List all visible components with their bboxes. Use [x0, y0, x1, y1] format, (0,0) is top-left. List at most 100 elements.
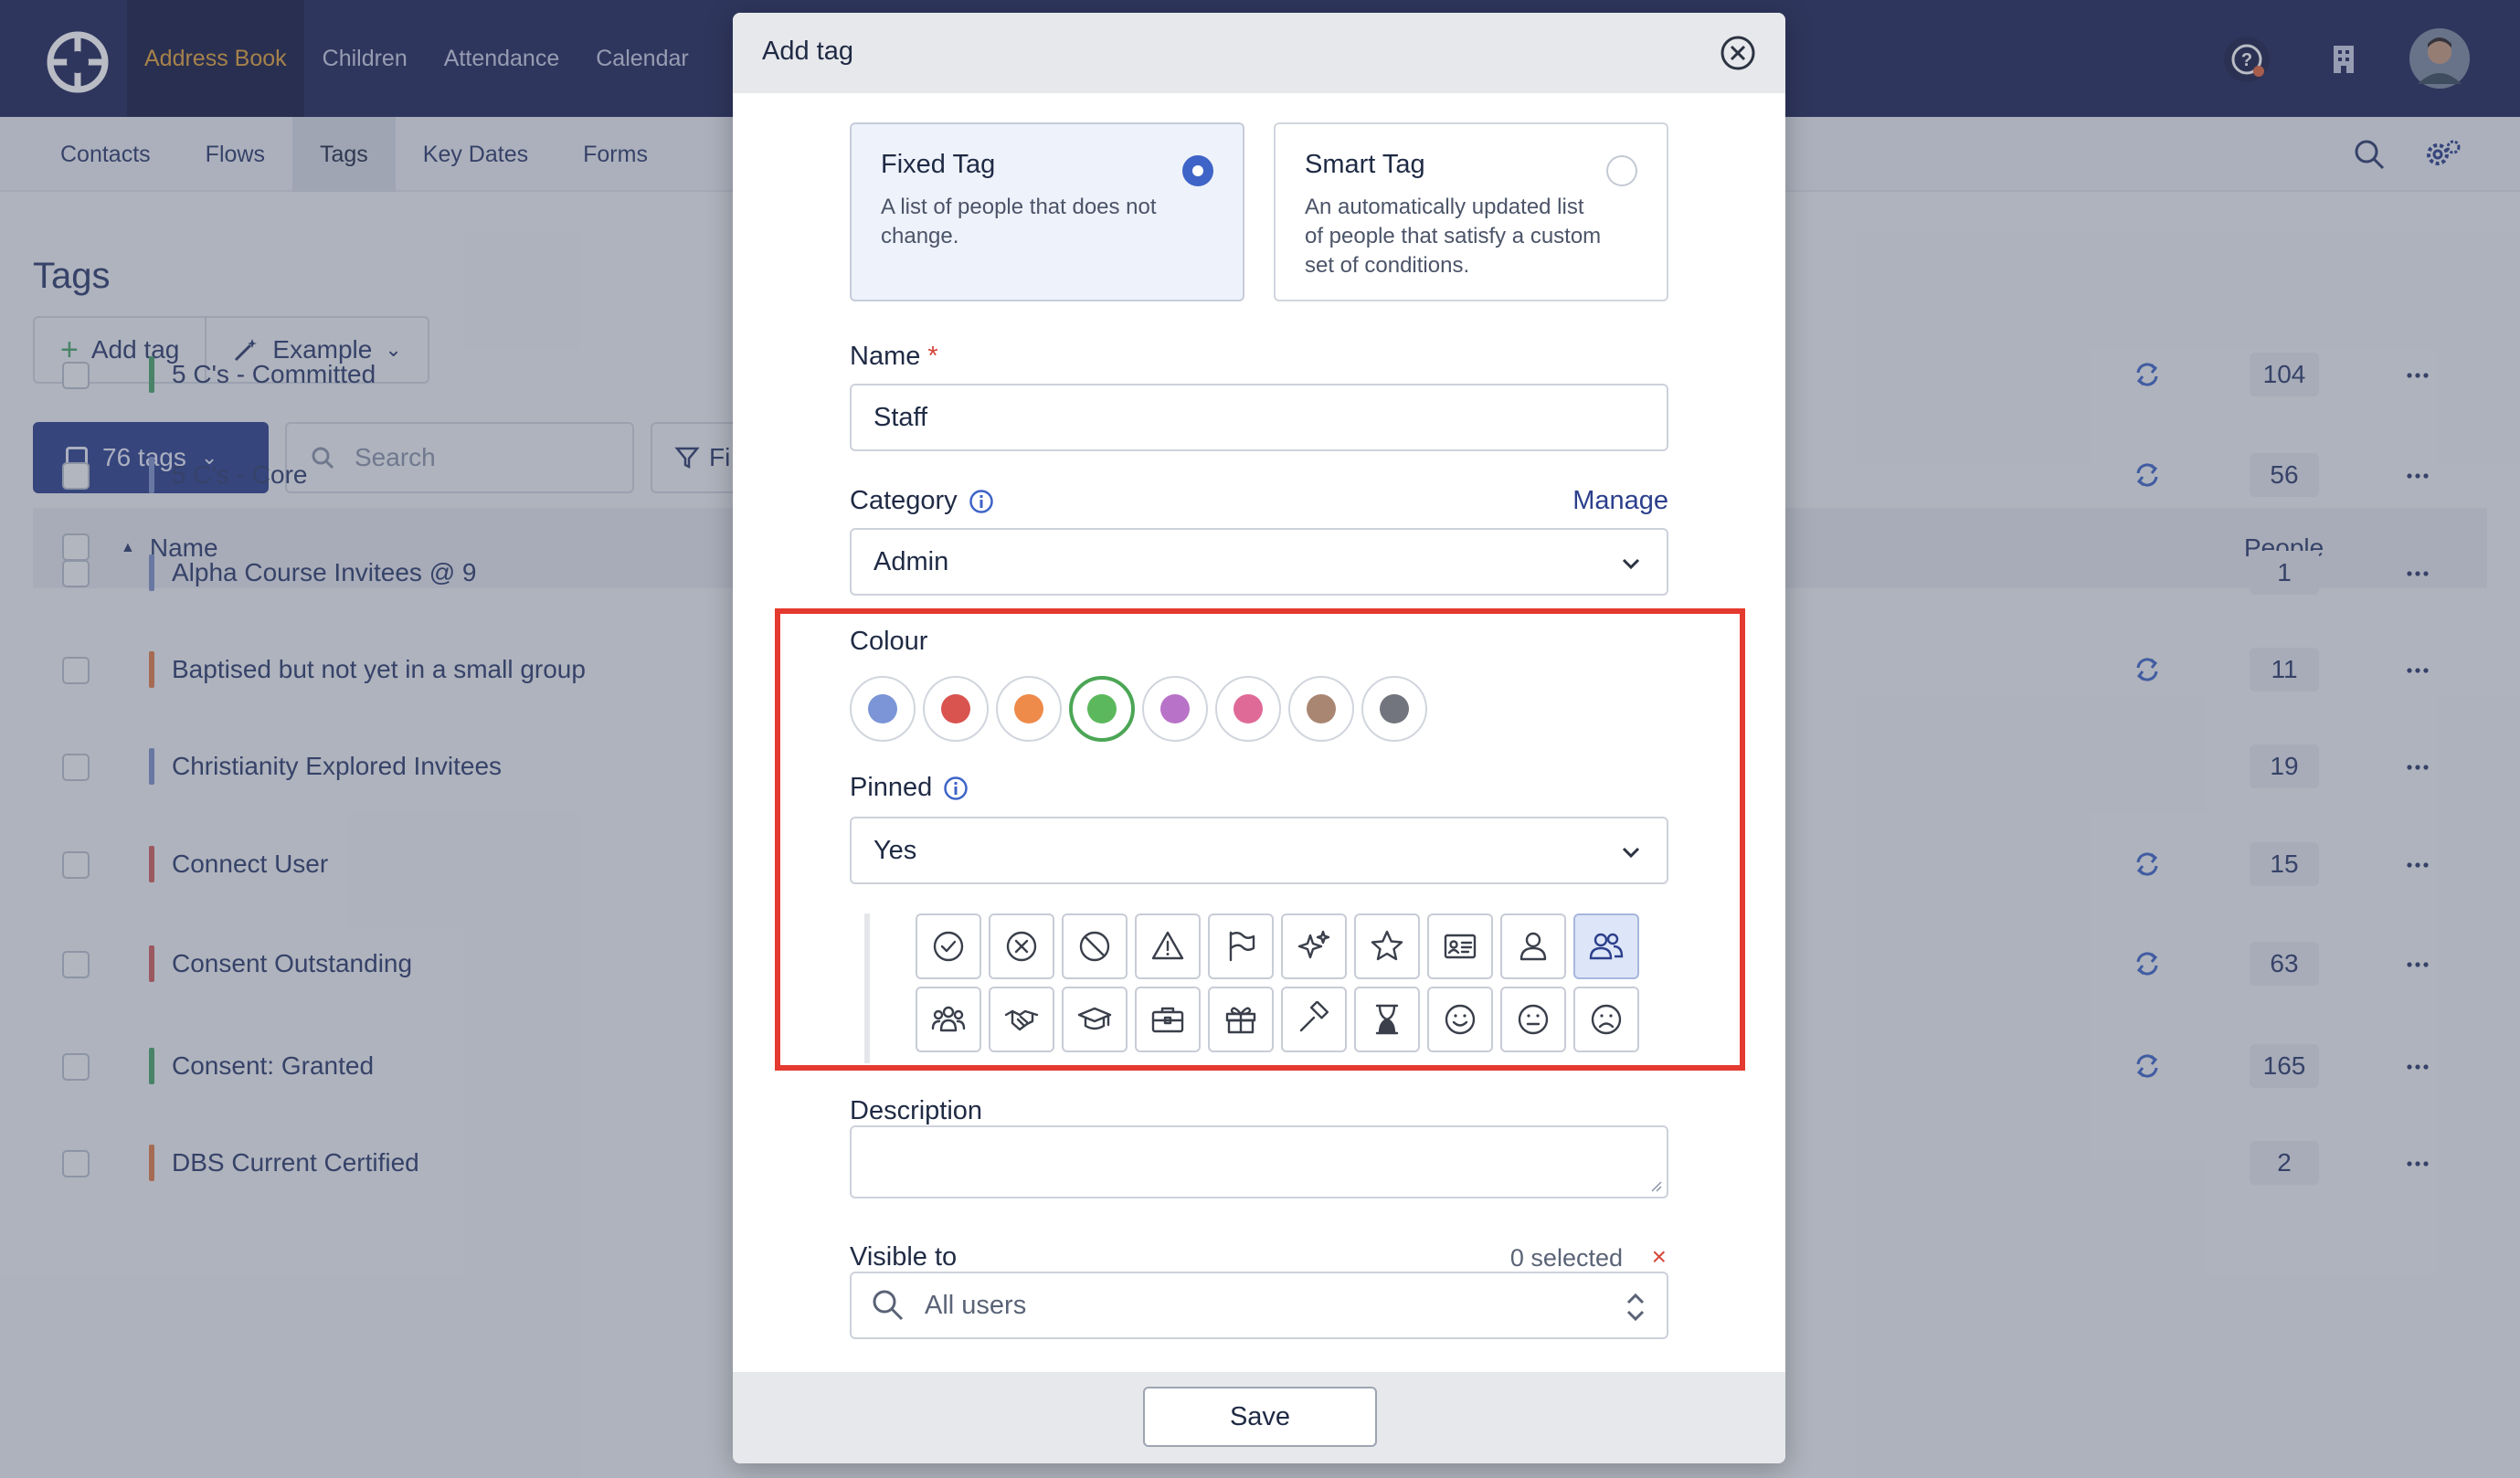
category-select[interactable]: Admin	[850, 528, 1668, 596]
name-input[interactable]: Staff	[850, 384, 1668, 451]
smart-tag-title: Smart Tag	[1305, 150, 1425, 179]
up-down-chevron-icon	[1626, 1293, 1645, 1322]
smart-tag-option[interactable]: Smart Tag An automatically updated list …	[1274, 122, 1668, 301]
icon-option[interactable]	[1281, 987, 1347, 1052]
icon-option[interactable]	[989, 913, 1054, 979]
add-tag-modal: Add tag Fixed Tag A list of people that …	[733, 13, 1785, 1463]
fixed-tag-description: A list of people that does not change.	[881, 195, 1157, 248]
visible-to-placeholder: All users	[925, 1290, 1027, 1320]
fixed-tag-title: Fixed Tag	[881, 150, 996, 179]
icon-option[interactable]	[916, 987, 981, 1052]
category-field-label: Category	[850, 486, 994, 516]
handshake-icon	[1004, 1009, 1039, 1031]
clear-selection-button[interactable]: ×	[1652, 1242, 1667, 1272]
colour-dot	[1307, 694, 1336, 723]
icon-option[interactable]	[1427, 987, 1493, 1052]
smart-tag-description: An automatically updated list of people …	[1305, 195, 1602, 278]
name-input-value: Staff	[874, 402, 928, 432]
save-button[interactable]: Save	[1143, 1387, 1377, 1447]
chevron-down-icon	[1622, 558, 1640, 570]
gift-icon	[1225, 1007, 1256, 1034]
x-circle-icon	[1006, 931, 1037, 962]
flag-icon	[1229, 931, 1255, 962]
fixed-tag-radio[interactable]	[1182, 155, 1213, 186]
colour-swatch[interactable]	[1142, 676, 1208, 742]
icon-option[interactable]	[1281, 913, 1347, 979]
smart-tag-radio[interactable]	[1606, 155, 1637, 186]
briefcase-icon	[1151, 1007, 1184, 1033]
selected-count: 0 selected	[1509, 1244, 1623, 1272]
colour-dot	[1234, 694, 1263, 723]
description-textarea[interactable]	[850, 1125, 1668, 1198]
group-icon	[931, 1006, 966, 1032]
modal-title: Add tag	[762, 37, 853, 66]
category-select-value: Admin	[874, 546, 949, 576]
check-circle-icon	[933, 931, 964, 962]
colour-picker	[850, 676, 1427, 742]
icon-option[interactable]	[1135, 913, 1201, 979]
id-card-icon	[1444, 934, 1477, 959]
colour-dot	[941, 694, 970, 723]
colour-dot	[868, 694, 897, 723]
modal-header: Add tag	[733, 13, 1785, 93]
icon-option[interactable]	[1135, 987, 1201, 1052]
icon-option[interactable]	[1573, 987, 1639, 1052]
fixed-tag-option[interactable]: Fixed Tag A list of people that does not…	[850, 122, 1244, 301]
required-mark: *	[927, 342, 938, 371]
colour-swatch[interactable]	[1361, 676, 1427, 742]
icon-option[interactable]	[1208, 913, 1274, 979]
icon-option[interactable]	[1208, 987, 1274, 1052]
search-icon	[873, 1290, 904, 1321]
info-icon[interactable]	[969, 489, 994, 514]
pinned-field-label: Pinned	[850, 773, 969, 803]
hourglass-icon	[1375, 1004, 1399, 1035]
description-field-label: Description	[850, 1096, 983, 1125]
icon-option[interactable]	[1500, 987, 1566, 1052]
pinned-select[interactable]: Yes	[850, 817, 1668, 884]
sparkles-icon	[1297, 930, 1330, 959]
colour-dot	[1380, 694, 1409, 723]
smile-icon	[1445, 1004, 1476, 1035]
colour-dot	[1160, 694, 1190, 723]
chevron-down-icon	[1622, 847, 1640, 859]
frown-icon	[1591, 1004, 1622, 1035]
colour-swatch[interactable]	[1069, 676, 1135, 742]
ban-icon	[1079, 931, 1110, 962]
icon-picker-rail	[864, 913, 870, 1063]
manage-categories-link[interactable]: Manage	[1572, 486, 1668, 516]
pinned-select-value: Yes	[874, 835, 917, 865]
warning-icon	[1151, 931, 1184, 960]
icon-option[interactable]	[1427, 913, 1493, 979]
icon-option[interactable]	[1354, 913, 1420, 979]
info-icon[interactable]	[943, 776, 969, 801]
colour-swatch[interactable]	[1215, 676, 1281, 742]
colour-dot	[1014, 694, 1043, 723]
icon-option[interactable]	[1573, 913, 1639, 979]
icon-picker	[916, 913, 1639, 1052]
icon-option[interactable]	[989, 987, 1054, 1052]
modal-footer: Save	[733, 1372, 1785, 1463]
icon-option[interactable]	[1500, 913, 1566, 979]
star-icon	[1371, 930, 1403, 961]
gavel-icon	[1299, 1001, 1329, 1032]
colour-swatch[interactable]	[1288, 676, 1354, 742]
colour-swatch[interactable]	[850, 676, 916, 742]
name-field-label: Name *	[850, 342, 938, 372]
neutral-face-icon	[1518, 1004, 1549, 1035]
colour-dot	[1087, 694, 1117, 723]
visible-to-field-label: Visible to	[850, 1242, 958, 1272]
colour-swatch[interactable]	[923, 676, 989, 742]
icon-option[interactable]	[916, 913, 981, 979]
icon-option[interactable]	[1062, 987, 1128, 1052]
people-icon	[1589, 933, 1624, 960]
category-label-text: Category	[850, 486, 958, 515]
icon-option[interactable]	[1354, 987, 1420, 1052]
close-icon[interactable]	[1720, 35, 1756, 71]
colour-swatch[interactable]	[996, 676, 1062, 742]
icon-option[interactable]	[1062, 913, 1128, 979]
person-icon	[1519, 932, 1547, 961]
graduation-cap-icon	[1077, 1007, 1112, 1030]
pinned-label-text: Pinned	[850, 773, 933, 802]
visible-to-select[interactable]: All users	[850, 1272, 1668, 1339]
resize-handle-icon[interactable]	[1650, 1180, 1663, 1193]
